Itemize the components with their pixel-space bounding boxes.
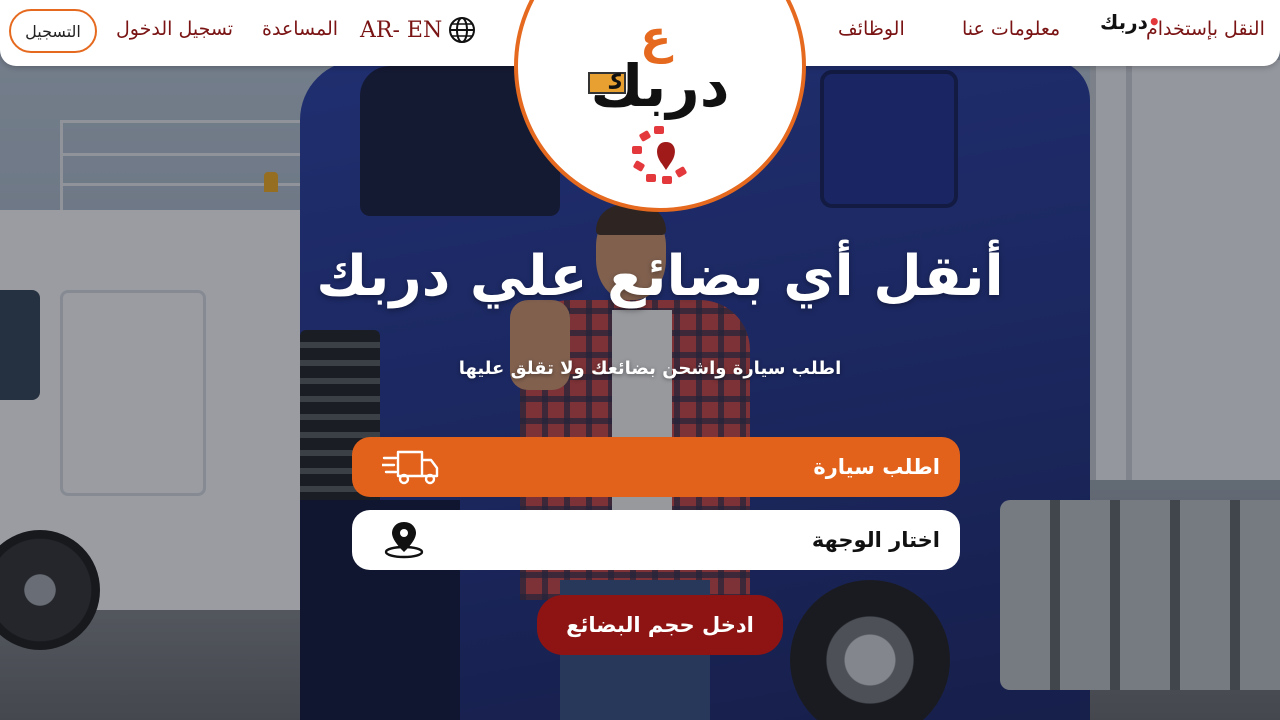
help-link[interactable]: المساعدة [262, 18, 338, 40]
about-link[interactable]: معلومات عنا [962, 18, 1060, 40]
route-dots-icon [632, 126, 687, 184]
globe-icon [449, 17, 476, 43]
delivery-truck-icon [382, 450, 439, 485]
transport-link[interactable]: النقل بإستخدام [1146, 18, 1265, 40]
language-label: AR- EN [360, 17, 443, 43]
jobs-link[interactable]: الوظائف [838, 18, 905, 40]
request-car-field[interactable]: اطلب سيارة [352, 437, 960, 497]
logo-wordmark: دربك [590, 52, 732, 120]
brand-mini-text: دربك [1100, 10, 1148, 34]
login-link[interactable]: تسجيل الدخول [116, 18, 233, 40]
destination-label: اختار الوجهة [811, 528, 940, 552]
language-switcher[interactable]: AR- EN [360, 16, 476, 44]
location-pin-icon [384, 522, 424, 559]
cargo-size-button[interactable]: ادخل حجم البضائع [537, 595, 783, 655]
destination-field[interactable]: اختار الوجهة [352, 510, 960, 570]
hero-subtitle: اطلب سيارة واشحن بضائعك ولا تقلق عليها [458, 358, 842, 379]
hero-title: أنقل أي بضائع علي دربك [316, 244, 1004, 309]
request-car-label: اطلب سيارة [813, 455, 940, 479]
register-button[interactable]: التسجيل [9, 9, 97, 53]
